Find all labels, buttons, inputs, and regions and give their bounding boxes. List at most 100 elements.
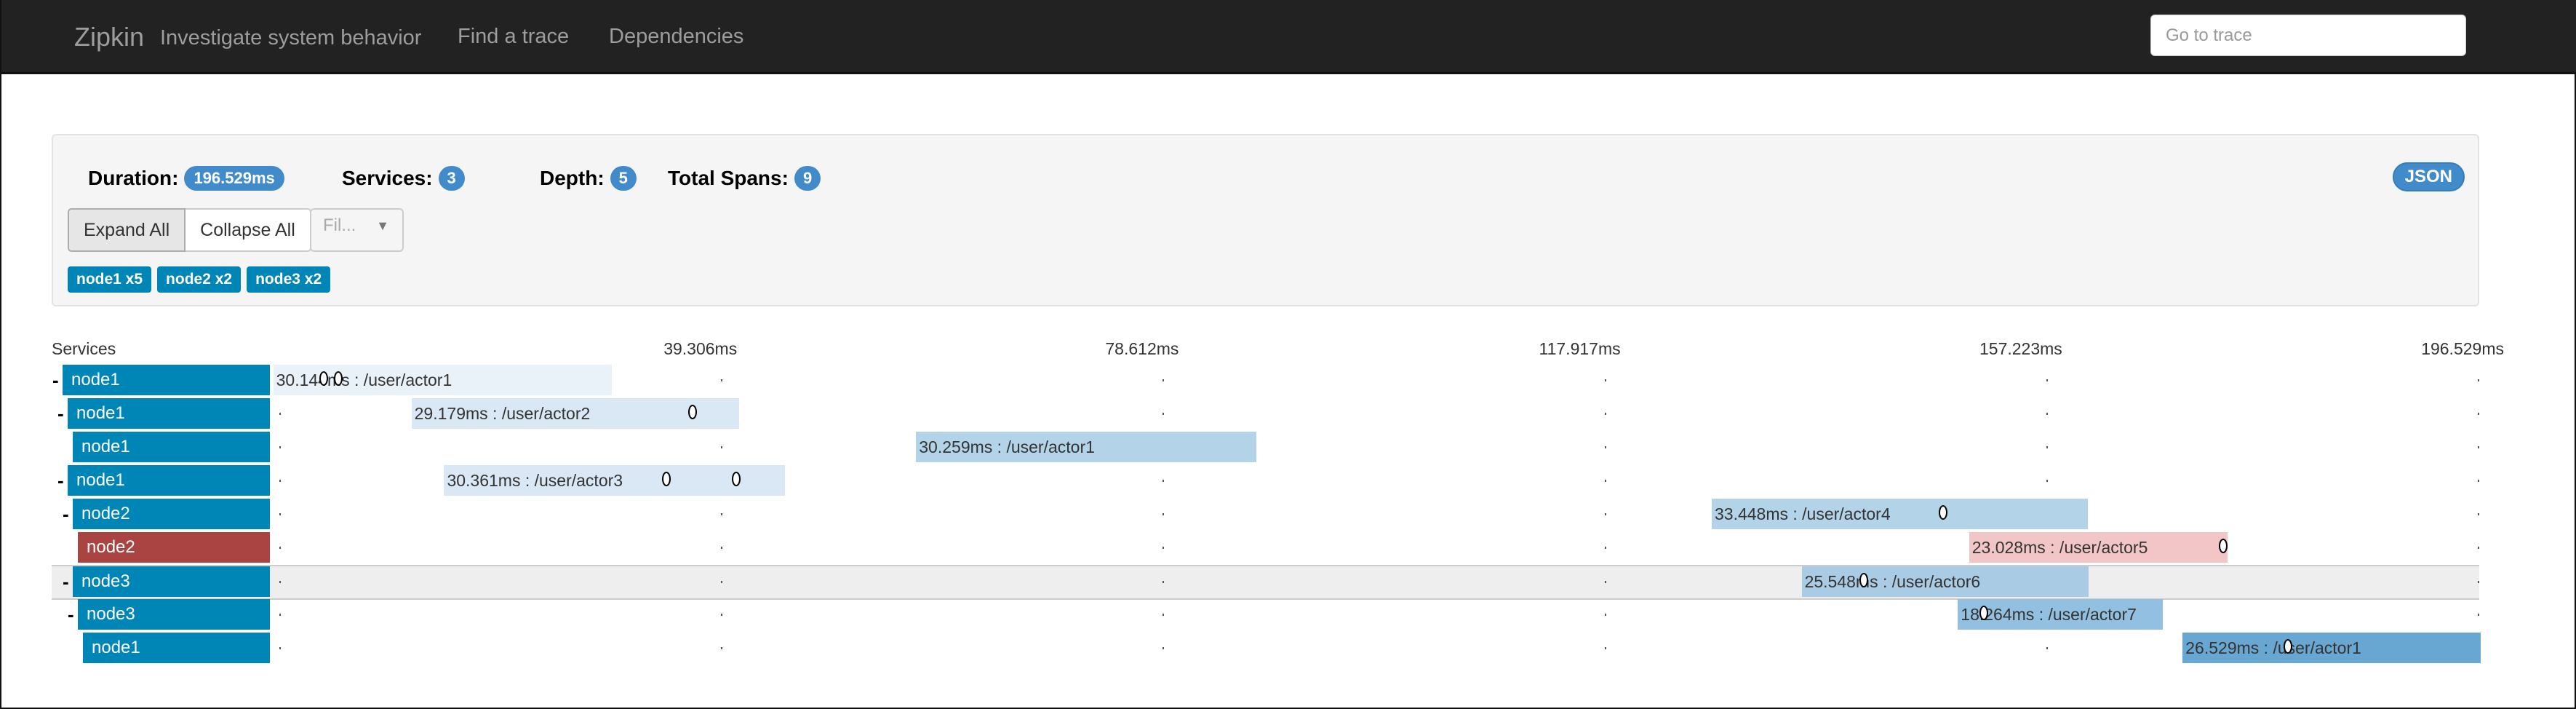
span-service-label[interactable]: node3 [78,599,270,630]
span-row[interactable]: node2 23.028ms : /user/actor5 [52,532,2479,566]
span-service-label[interactable]: node1 [73,432,270,462]
time-tick-label: 39.306ms [663,339,738,358]
time-tick-label: 196.529ms [2421,339,2504,358]
span-row[interactable]: - node1 29.179ms : /user/actor2 [52,398,2479,432]
span-bar[interactable]: 23.028ms : /user/actor5 [1969,532,2228,563]
gridline-tick [2478,547,2479,549]
span-service-label[interactable]: node1 [83,633,270,663]
annotation-marker[interactable] [2218,539,2228,553]
service-tag-list: node1 x5 node2 x2 node3 x2 [68,266,331,293]
collapse-all-button[interactable]: Collapse All [186,208,311,252]
annotation-marker[interactable] [1859,573,1868,587]
span-bar[interactable]: 30.259ms : /user/actor1 [916,432,1256,462]
gridline-tick [721,614,723,616]
trace-summary-panel: Duration: 196.529ms Services: 3 Depth: 5 To… [52,134,2479,306]
span-row[interactable]: - node3 18.264ms : /user/actor7 [52,599,2479,633]
gridline-tick [1604,480,1606,482]
span-row[interactable]: - node1 30.361ms : /user/actor3 [52,465,2479,499]
gridline-tick [1604,379,1606,381]
gridline-tick [1163,513,1165,515]
gridline-tick [1604,647,1606,649]
gridline-tick [1163,581,1165,583]
collapse-toggle[interactable]: - [57,403,64,425]
gridline-tick [279,413,281,415]
span-bar[interactable]: 25.548ms : /user/actor6 [1801,566,2089,597]
gridline-tick [1163,379,1165,381]
span-service-label[interactable]: node1 [63,365,270,395]
gridline-tick [1604,446,1606,448]
gridline-tick [721,547,723,549]
span-row[interactable]: node1 30.259ms : /user/actor1 [52,432,2479,465]
services-badge: 3 [438,166,465,191]
collapse-toggle[interactable]: - [63,571,69,593]
gridline-tick [1163,480,1165,482]
brand-tagline: Investigate system behavior [160,26,422,49]
gridline-tick [279,446,281,448]
span-bar[interactable]: 33.448ms : /user/actor4 [1711,499,2088,529]
total-spans-label: Total Spans: [668,167,789,189]
gridline-tick [2046,480,2048,482]
gridline-tick [2478,446,2479,448]
brand-logo[interactable]: Zipkin [74,22,144,52]
annotation-marker[interactable] [687,405,697,419]
services-column-header: Services [52,339,116,358]
span-bar[interactable]: 26.529ms : /user/actor1 [2182,633,2481,663]
gridline-tick [1163,413,1165,415]
service-tag-node1[interactable]: node1 x5 [68,266,152,293]
gridline-tick [1163,547,1165,549]
span-row[interactable]: - node2 33.448ms : /user/actor4 [52,499,2479,532]
collapse-toggle[interactable]: - [52,369,59,392]
gridline-tick [1604,547,1606,549]
gridline-tick [721,581,723,583]
gridline-tick [279,547,281,549]
gridline-tick [721,379,723,381]
collapse-toggle[interactable]: - [57,470,64,492]
service-tag-node2[interactable]: node2 x2 [157,266,242,293]
nav-find-a-trace[interactable]: Find a trace [458,25,569,49]
gridline-tick [2478,614,2479,616]
time-tick-label: 157.223ms [1979,339,2062,358]
nav-dependencies[interactable]: Dependencies [609,25,743,49]
span-row[interactable]: node1 26.529ms : /user/actor1 [52,633,2481,666]
depth-label: Depth: [540,167,605,189]
gridline-tick [279,581,281,583]
span-service-label[interactable]: node1 [68,398,270,429]
gridline-tick [2478,480,2479,482]
time-tick-label: 78.612ms [1105,339,1179,358]
annotation-marker[interactable] [1979,606,1988,620]
gridline-tick [2046,647,2048,649]
go-to-trace-input[interactable] [2150,15,2466,56]
span-bar[interactable]: 18.264ms : /user/actor7 [1958,599,2164,630]
gridline-tick [1604,581,1606,583]
total-spans-badge: 9 [794,166,821,191]
span-service-label[interactable]: node2 [73,499,270,529]
gridline-tick [2046,379,2048,381]
filter-placeholder: Fil... [323,215,356,235]
collapse-toggle[interactable]: - [63,503,69,526]
gridline-tick [721,513,723,515]
service-filter-select[interactable]: Fil... ▼ [310,208,404,252]
collapse-toggle[interactable]: - [68,603,74,626]
expand-all-button[interactable]: Expand All [68,208,186,252]
total-spans-stat: Total Spans: 9 [668,166,821,191]
gridline-tick [2478,513,2479,515]
duration-stat: Duration: 196.529ms [88,166,284,191]
span-service-label[interactable]: node3 [73,566,270,597]
span-row[interactable]: - node3 25.548ms : /user/actor6 [52,565,2479,600]
gridline-tick [2046,446,2048,448]
gridline-tick [2478,379,2479,381]
service-tag-node3[interactable]: node3 x2 [247,266,331,293]
gridline-tick [1163,614,1165,616]
depth-badge: 5 [610,166,637,191]
annotation-marker[interactable] [732,472,741,486]
depth-stat: Depth: 5 [540,166,637,191]
gridline-tick [721,647,723,649]
span-service-label[interactable]: node2 [78,532,270,563]
services-stat: Services: 3 [342,166,465,191]
chevron-down-icon: ▼ [376,218,389,233]
span-row[interactable]: - node1 30.144ms : /user/actor1 [52,365,2479,398]
json-button[interactable]: JSON [2392,162,2465,191]
gridline-tick [279,647,281,649]
navbar: Zipkin Investigate system behavior Find … [1,0,2576,74]
span-service-label[interactable]: node1 [68,465,270,496]
